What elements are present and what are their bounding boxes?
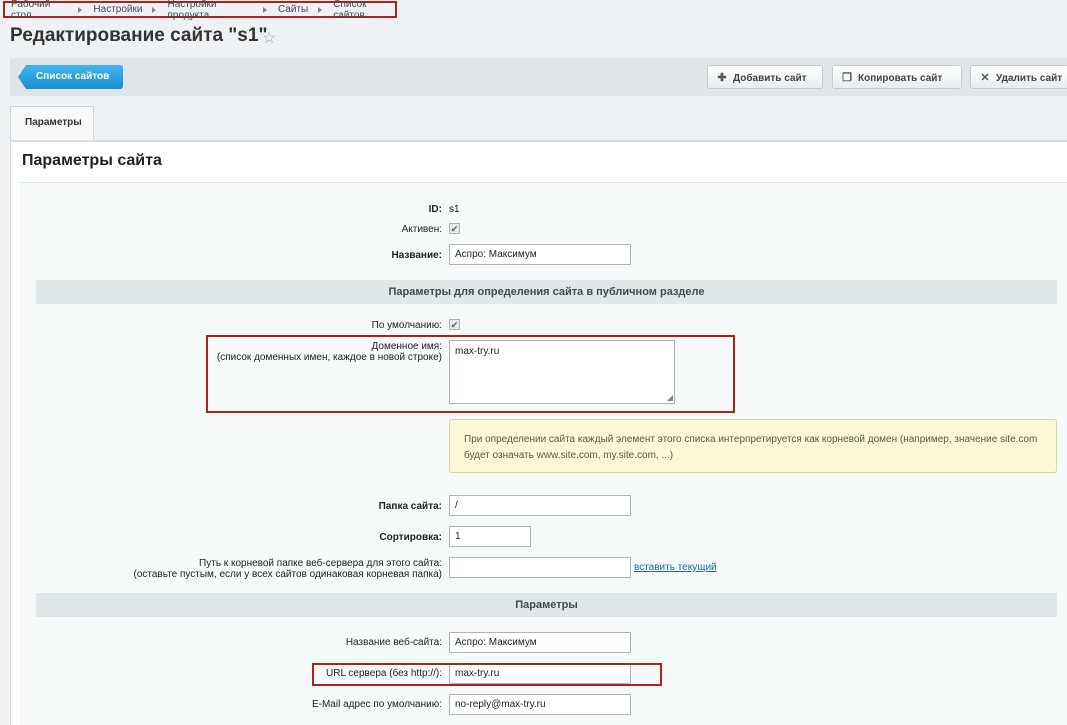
check-icon: ✔ — [450, 320, 459, 330]
sort-input[interactable]: 1 — [449, 526, 531, 547]
add-site-label: Добавить сайт — [733, 73, 807, 84]
copy-site-label: Копировать сайт — [858, 73, 943, 84]
toolbar: Список сайтов ✚ Добавить сайт ❐ Копировать… — [10, 58, 1067, 96]
breadcrumb-item[interactable]: Настройки — [93, 4, 142, 15]
id-label: ID: — [428, 204, 442, 215]
highlight-box-domain — [206, 335, 735, 413]
default-label: По умолчанию: — [371, 320, 442, 331]
breadcrumb-separator-icon — [318, 6, 323, 13]
docroot-sublabel: (оставьте пустым, если у всех сайтов оди… — [133, 569, 442, 580]
active-label: Активен: — [401, 224, 442, 235]
breadcrumb-separator-icon — [262, 6, 267, 13]
name-label: Название: — [391, 250, 442, 261]
site-name-label: Название веб-сайта: — [345, 637, 442, 648]
delete-site-button[interactable]: ✕ Удалить сайт — [970, 65, 1067, 89]
site-list-button[interactable]: Список сайтов — [18, 65, 124, 89]
public-section-header: Параметры для определения сайта в публич… — [36, 280, 1057, 304]
id-value: s1 — [449, 204, 460, 215]
breadcrumb-item[interactable]: Сайты — [278, 4, 308, 15]
breadcrumb-item[interactable]: Рабочий стол — [11, 0, 68, 21]
active-checkbox[interactable]: ✔ — [449, 223, 460, 234]
add-site-button[interactable]: ✚ Добавить сайт — [707, 65, 823, 89]
name-input[interactable]: Аспро: Максимум — [449, 244, 631, 265]
star-icon[interactable]: ☆ — [262, 28, 276, 48]
folder-label: Папка сайта: — [378, 501, 442, 512]
domain-hint: При определении сайта каждый элемент это… — [449, 419, 1057, 473]
docroot-label: Путь к корневой папке веб-сервера для эт… — [199, 558, 442, 569]
breadcrumb-item[interactable]: Настройки продукта — [167, 0, 253, 21]
params-section-header: Параметры — [36, 593, 1057, 617]
email-input[interactable]: no-reply@max-try.ru — [449, 694, 631, 715]
default-checkbox[interactable]: ✔ — [449, 319, 460, 330]
breadcrumb-item[interactable]: Список сайтов — [333, 0, 395, 21]
plus-icon: ✚ — [717, 72, 727, 84]
insert-current-link[interactable]: вставить текущий — [634, 562, 717, 573]
copy-site-button[interactable]: ❐ Копировать сайт — [832, 65, 962, 89]
delete-site-label: Удалить сайт — [996, 73, 1063, 84]
section-title: Параметры сайта — [22, 152, 162, 169]
page-title: Редактирование сайта "s1" — [10, 25, 268, 46]
docroot-input[interactable] — [449, 557, 631, 578]
breadcrumb-separator-icon — [152, 6, 157, 13]
folder-input[interactable]: / — [449, 495, 631, 516]
check-icon: ✔ — [450, 224, 459, 234]
site-name-input[interactable]: Аспро: Максимум — [449, 632, 631, 653]
copy-icon: ❐ — [842, 72, 852, 84]
email-label: E-Mail адрес по умолчанию: — [311, 699, 442, 710]
breadcrumb: Рабочий стол Настройки Настройки продукт… — [3, 0, 397, 21]
highlight-box-server-url — [312, 663, 662, 686]
tab-parameters[interactable]: Параметры — [10, 106, 94, 140]
close-icon: ✕ — [980, 72, 990, 84]
breadcrumb-separator-icon — [78, 6, 83, 13]
sort-label: Сортировка: — [379, 532, 442, 543]
